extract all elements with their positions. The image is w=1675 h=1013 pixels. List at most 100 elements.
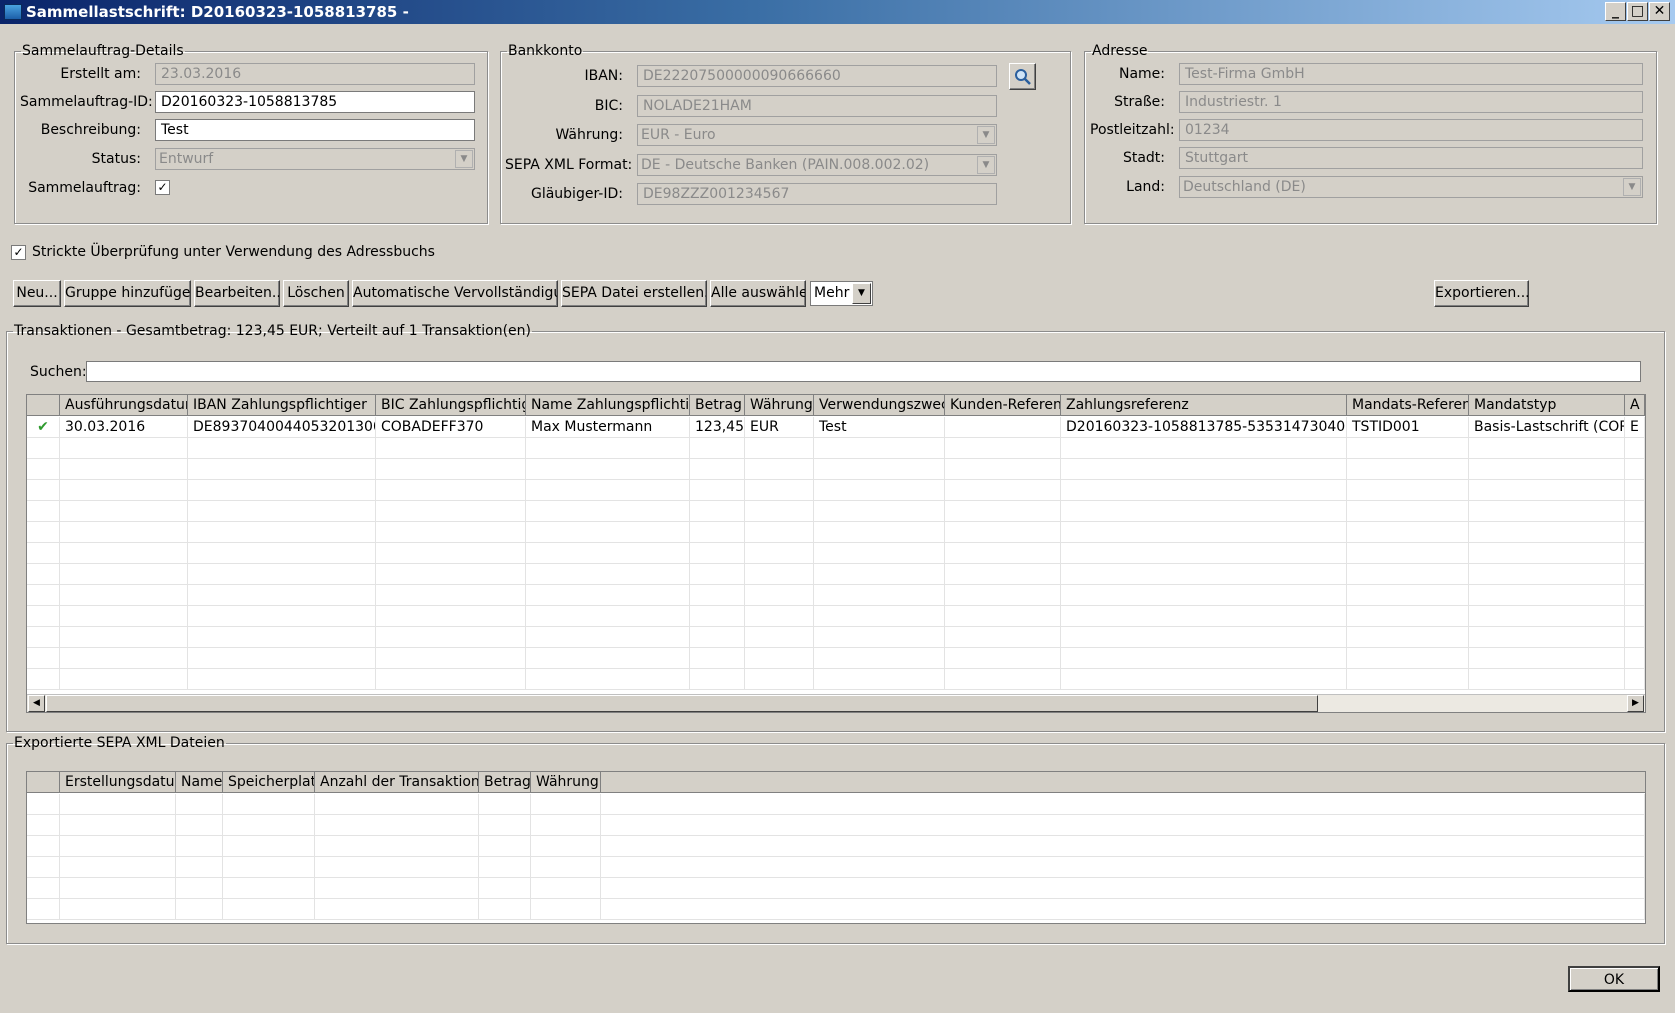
checkmark-icon: ✔ [27,417,60,438]
exports-column-header[interactable]: Betrag [479,772,531,793]
select-all-button[interactable]: Alle auswählen [710,280,806,307]
transactions-column-header[interactable]: Kunden-Referenz [945,395,1061,416]
country-label: Land: [1126,179,1165,195]
description-input[interactable]: Test [155,119,475,141]
edit-button[interactable]: Bearbeiten... [194,280,280,307]
scroll-left-icon[interactable]: ◀ [28,695,45,712]
strict-check-checkbox[interactable]: ✓ [11,245,26,260]
transactions-row[interactable] [27,627,1645,648]
transactions-column-header[interactable]: IBAN Zahlungspflichtiger [188,395,376,416]
address-legend: Adresse [1092,43,1148,59]
exports-cell [223,836,315,857]
transactions-column-header[interactable]: BIC Zahlungspflichtiger [376,395,526,416]
collective-id-input[interactable]: D20160323-1058813785 [155,91,475,113]
transactions-cell [526,522,690,543]
exports-cell [531,899,601,920]
transactions-column-header[interactable]: Zahlungsreferenz [1061,395,1347,416]
exports-row[interactable] [27,815,1645,836]
exports-column-header[interactable]: Name [176,772,223,793]
transactions-cell [376,585,526,606]
transactions-cell: D20160323-1058813785-53531473040637 [1061,417,1347,438]
transactions-cell [376,606,526,627]
scroll-right-icon[interactable]: ▶ [1627,695,1644,712]
transactions-cell [1469,648,1625,669]
transactions-column-header[interactable]: Währung [745,395,814,416]
export-button[interactable]: Exportieren... [1434,280,1529,307]
transactions-row[interactable] [27,522,1645,543]
transactions-cell [376,543,526,564]
transactions-column-header[interactable]: Betrag [690,395,745,416]
transactions-column-header[interactable]: Name Zahlungspflichtiger [526,395,690,416]
iban-search-button[interactable] [1009,63,1036,90]
exports-row[interactable] [27,899,1645,920]
transactions-column-header[interactable]: Verwendungszweck [814,395,945,416]
transactions-cell [1469,543,1625,564]
transactions-row[interactable] [27,543,1645,564]
transactions-row[interactable] [27,606,1645,627]
transactions-cell [188,648,376,669]
new-button[interactable]: Neu... [13,280,61,307]
transactions-cell [376,459,526,480]
transactions-column-header[interactable]: A [1625,395,1645,416]
more-select[interactable]: Mehr ▼ [810,281,873,306]
transactions-cell [60,606,188,627]
transactions-row[interactable]: ✔ 30.03.2016 DE89370400440532013000 COBADEF… [27,417,1645,438]
transactions-cell [188,585,376,606]
exports-column-header[interactable]: Anzahl der Transaktionen [315,772,479,793]
transactions-header: Ausführungsdatum IBAN Zahlungspflichtiger… [27,395,1645,416]
transactions-cell [526,480,690,501]
delete-button[interactable]: Löschen [283,280,349,307]
create-sepa-button[interactable]: SEPA Datei erstellen... [561,280,707,307]
autocomplete-button[interactable]: Automatische Vervollständigung [352,280,558,307]
transactions-row[interactable] [27,585,1645,606]
zip-field: 01234 [1179,119,1643,141]
status-label: Status: [91,151,141,167]
transactions-cell [814,501,945,522]
collective-order-checkbox[interactable]: ✓ [155,180,170,195]
maximize-button[interactable]: □ [1627,2,1648,21]
transactions-row[interactable] [27,438,1645,459]
collective-id-label: Sammelauftrag-ID: [20,94,153,110]
transactions-column-header[interactable]: Mandats-Referenz [1347,395,1469,416]
transactions-table: Ausführungsdatum IBAN Zahlungspflichtiger… [26,394,1646,713]
ok-button[interactable]: OK [1568,966,1660,992]
transactions-row[interactable] [27,501,1645,522]
minimize-button[interactable]: _ [1605,2,1626,21]
exports-row[interactable] [27,878,1645,899]
transactions-cell [1061,669,1347,690]
transactions-cell [690,648,745,669]
transactions-cell: DE89370400440532013000 [188,417,376,438]
transactions-row[interactable] [27,459,1645,480]
transactions-cell [745,648,814,669]
search-input[interactable] [86,361,1641,382]
transactions-cell [27,522,60,543]
horizontal-scrollbar[interactable]: ◀ ▶ [27,694,1645,712]
transactions-column-header[interactable] [27,395,60,416]
exports-cell [176,899,223,920]
transactions-column-header[interactable]: Mandatstyp [1469,395,1625,416]
exports-row[interactable] [27,836,1645,857]
transactions-column-header[interactable]: Ausführungsdatum [60,395,188,416]
transactions-row[interactable] [27,564,1645,585]
add-group-button[interactable]: Gruppe hinzufügen [64,280,191,307]
transactions-row[interactable] [27,648,1645,669]
exports-column-header[interactable]: Währung [531,772,601,793]
exports-row[interactable] [27,794,1645,815]
exports-column-header[interactable] [27,772,60,793]
transactions-cell [1347,522,1469,543]
transactions-cell [1347,564,1469,585]
exports-column-header[interactable]: Speicherplatz [223,772,315,793]
transactions-cell [690,438,745,459]
close-button[interactable]: ✕ [1649,2,1670,21]
exports-cell [315,836,479,857]
transactions-cell [945,669,1061,690]
exports-table: Erstellungsdatum Name Speicherplatz Anzahl … [26,771,1646,924]
scroll-thumb[interactable] [46,695,1318,712]
transactions-cell [690,459,745,480]
exports-column-header[interactable]: Erstellungsdatum [60,772,176,793]
exports-row[interactable] [27,857,1645,878]
strict-check-label: Strickte Überprüfung unter Verwendung de… [32,244,435,260]
transactions-cell [1061,438,1347,459]
transactions-row[interactable] [27,669,1645,690]
transactions-row[interactable] [27,480,1645,501]
